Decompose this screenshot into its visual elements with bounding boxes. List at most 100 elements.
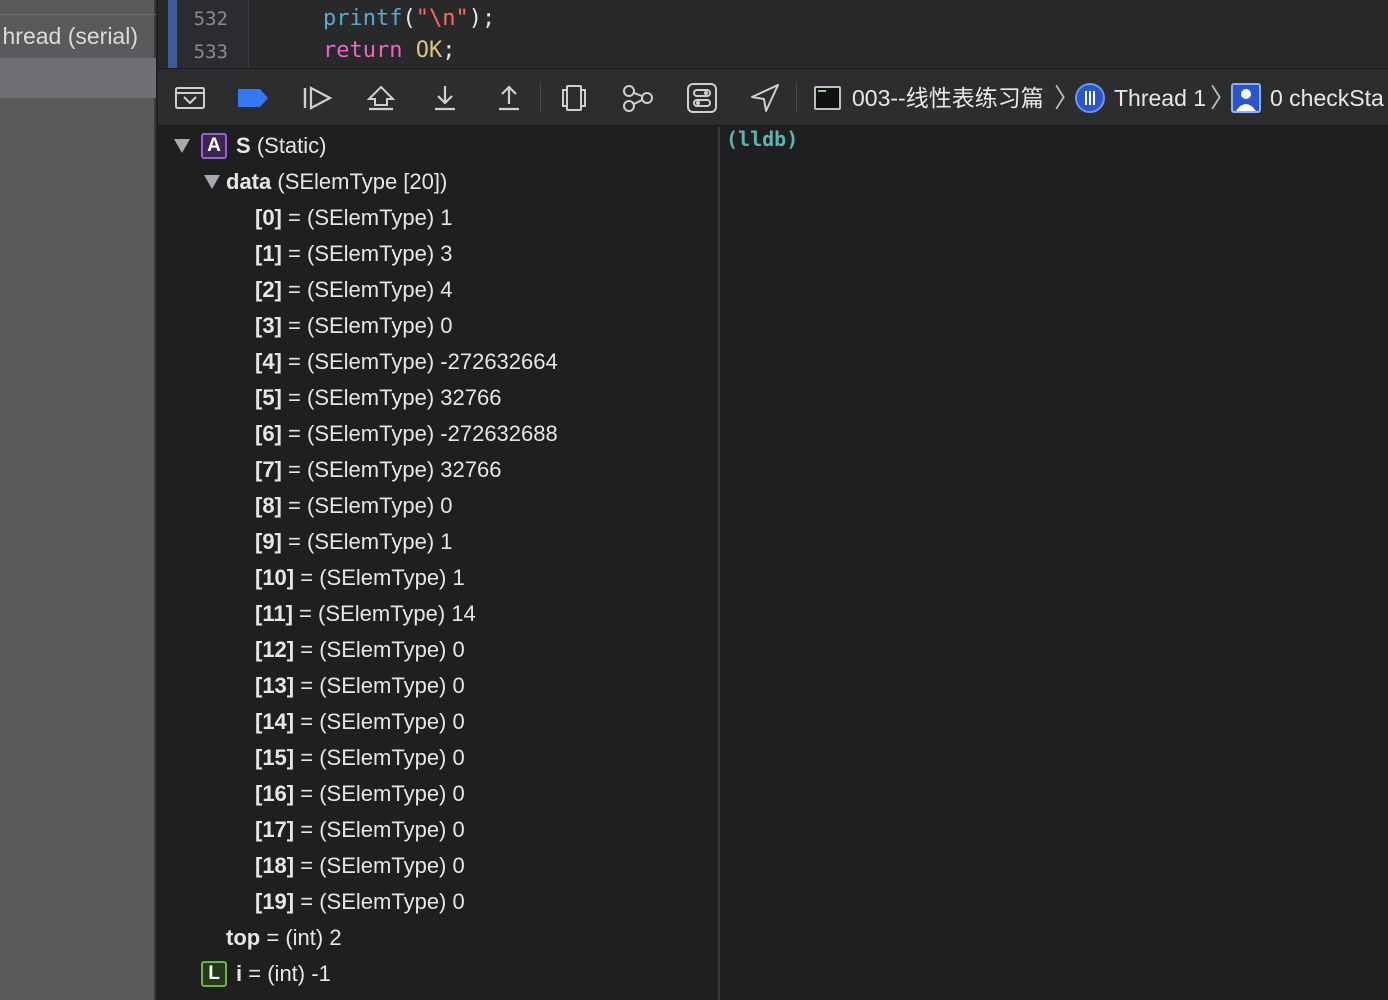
- array-element-row[interactable]: [0] = (SElemType) 1: [255, 200, 453, 236]
- selected-frame-row[interactable]: [0, 58, 156, 98]
- element-index: [13]: [255, 673, 295, 698]
- view-hierarchy-icon: [562, 85, 586, 111]
- environment-overrides-icon: [687, 83, 717, 113]
- element-value: -272632688: [440, 421, 558, 446]
- array-element-row[interactable]: [11] = (SElemType) 14: [255, 596, 476, 632]
- element-value: 1: [440, 205, 453, 230]
- array-element-row[interactable]: [9] = (SElemType) 1: [255, 524, 453, 560]
- variable-name: i: [236, 961, 243, 986]
- code-token-keyword: return: [323, 38, 403, 63]
- array-element-row[interactable]: [15] = (SElemType) 0: [255, 740, 465, 776]
- disclosure-triangle-icon[interactable]: [174, 139, 190, 153]
- memory-graph-icon: [623, 85, 653, 112]
- element-index: [17]: [255, 817, 295, 842]
- variable-type: (Static): [256, 133, 327, 158]
- array-element-row[interactable]: [8] = (SElemType) 0: [255, 488, 453, 524]
- code-line: printf("\n");: [323, 6, 495, 31]
- environment-overrides-button[interactable]: [683, 79, 721, 117]
- variable-row-data[interactable]: data (SElemType [20]): [226, 164, 447, 200]
- element-equals: =: [300, 637, 314, 662]
- breadcrumb-thread[interactable]: Thread 1: [1114, 69, 1206, 127]
- array-element-row[interactable]: [6] = (SElemType) -272632688: [255, 416, 558, 452]
- element-type: (SElemType): [307, 529, 435, 554]
- array-element-row[interactable]: [16] = (SElemType) 0: [255, 776, 465, 812]
- array-element-row[interactable]: [18] = (SElemType) 0: [255, 848, 465, 884]
- element-value: 0: [452, 817, 465, 842]
- step-over-button[interactable]: [362, 79, 400, 117]
- variable-name: S: [236, 133, 251, 158]
- element-value: 4: [440, 277, 453, 302]
- element-type: (SElemType): [319, 673, 447, 698]
- array-element-row[interactable]: [17] = (SElemType) 0: [255, 812, 465, 848]
- element-equals: =: [288, 421, 301, 446]
- array-element-row[interactable]: [1] = (SElemType) 3: [255, 236, 453, 272]
- step-into-button[interactable]: [426, 79, 464, 117]
- variable-row-top[interactable]: top = (int) 2: [226, 920, 342, 956]
- element-equals: =: [288, 241, 301, 266]
- hide-debug-area-button[interactable]: [171, 79, 209, 117]
- element-equals: =: [288, 385, 301, 410]
- line-number: 532: [193, 8, 228, 30]
- element-value: 3: [440, 241, 453, 266]
- breakpoints-toggle-icon: [238, 89, 268, 107]
- element-equals: =: [300, 565, 314, 590]
- element-value: 0: [452, 709, 465, 734]
- array-element-row[interactable]: [10] = (SElemType) 1: [255, 560, 465, 596]
- element-value: 1: [440, 529, 453, 554]
- element-index: [18]: [255, 853, 295, 878]
- element-index: [15]: [255, 745, 295, 770]
- thread-row[interactable]: hread (serial): [0, 14, 156, 58]
- element-equals: =: [288, 313, 301, 338]
- element-value: 14: [451, 601, 476, 626]
- array-element-row[interactable]: [13] = (SElemType) 0: [255, 668, 465, 704]
- element-type: (SElemType): [319, 709, 447, 734]
- code-token-punct: (: [402, 6, 416, 31]
- breadcrumb-frame[interactable]: 0 checkSta: [1270, 69, 1384, 127]
- breadcrumb-target[interactable]: 003--线性表练习篇: [852, 69, 1044, 127]
- continue-button[interactable]: [298, 79, 336, 117]
- element-value: 0: [440, 493, 453, 518]
- element-index: [16]: [255, 781, 295, 806]
- source-editor[interactable]: 532 533 printf("\n"); return OK;: [158, 0, 1388, 68]
- element-type: (SElemType): [319, 745, 447, 770]
- breakpoints-toggle-button[interactable]: [234, 79, 272, 117]
- lldb-console[interactable]: (lldb): [720, 127, 1388, 1000]
- array-element-row[interactable]: [19] = (SElemType) 0: [255, 884, 465, 920]
- variables-view[interactable]: A S (Static) data (SElemType [20]) [0] =…: [158, 127, 718, 1000]
- element-type: (SElemType): [319, 781, 447, 806]
- code-token-string: "\n": [415, 6, 469, 31]
- view-hierarchy-button[interactable]: [555, 79, 593, 117]
- element-index: [10]: [255, 565, 295, 590]
- step-out-button[interactable]: [490, 79, 528, 117]
- variable-type: (int): [267, 961, 306, 986]
- memory-graph-button[interactable]: [619, 79, 657, 117]
- code-token-constant: OK: [415, 38, 443, 63]
- array-element-row[interactable]: [5] = (SElemType) 32766: [255, 380, 501, 416]
- element-equals: =: [299, 601, 312, 626]
- array-element-row[interactable]: [3] = (SElemType) 0: [255, 308, 453, 344]
- element-type: (SElemType): [307, 241, 435, 266]
- simulate-location-button[interactable]: [746, 79, 784, 117]
- element-value: 0: [452, 781, 465, 806]
- disclosure-triangle-icon[interactable]: [204, 175, 220, 189]
- element-equals: =: [288, 277, 301, 302]
- hide-debug-area-icon: [175, 87, 205, 109]
- array-element-row[interactable]: [4] = (SElemType) -272632664: [255, 344, 558, 380]
- variable-row-S[interactable]: S (Static): [236, 128, 327, 164]
- variable-name: data: [226, 169, 272, 194]
- array-element-row[interactable]: [2] = (SElemType) 4: [255, 272, 453, 308]
- element-type: (SElemType): [307, 349, 435, 374]
- element-equals: =: [300, 709, 314, 734]
- array-element-row[interactable]: [14] = (SElemType) 0: [255, 704, 465, 740]
- array-element-row[interactable]: [7] = (SElemType) 32766: [255, 452, 501, 488]
- element-value: 0: [452, 637, 465, 662]
- array-element-row[interactable]: [12] = (SElemType) 0: [255, 632, 465, 668]
- variable-row-i[interactable]: i = (int) -1: [236, 956, 331, 992]
- element-type: (SElemType): [307, 493, 435, 518]
- variable-type: (SElemType [20]): [277, 169, 448, 194]
- element-type: (SElemType): [318, 601, 446, 626]
- toolbar-separator: [796, 83, 797, 113]
- console-prompt: (lldb): [726, 127, 799, 151]
- element-value: 0: [452, 853, 465, 878]
